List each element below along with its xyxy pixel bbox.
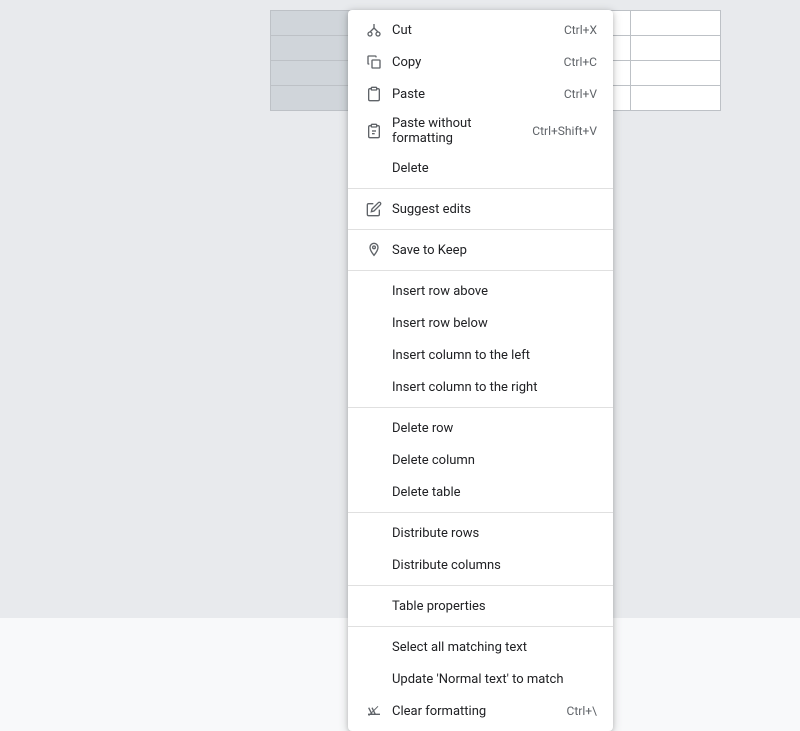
table-properties-label: Table properties [392,599,597,614]
menu-item-cut[interactable]: Cut Ctrl+X [348,14,613,46]
table-cell [631,86,721,111]
paste-no-format-label: Paste without formatting [392,116,516,146]
table-cell [631,61,721,86]
menu-item-insert-col-left[interactable]: Insert column to the left [348,339,613,371]
divider-7 [348,626,613,627]
menu-item-insert-row-below[interactable]: Insert row below [348,307,613,339]
cut-shortcut: Ctrl+X [564,23,597,37]
menu-item-insert-row-above[interactable]: Insert row above [348,275,613,307]
menu-item-suggest-edits[interactable]: Suggest edits [348,193,613,225]
menu-item-distribute-columns[interactable]: Distribute columns [348,549,613,581]
divider-5 [348,512,613,513]
distribute-columns-label: Distribute columns [392,558,597,573]
paste-no-format-shortcut: Ctrl+Shift+V [532,124,597,138]
suggest-edits-label: Suggest edits [392,202,597,217]
clear-formatting-label: Clear formatting [392,704,551,719]
keep-icon [364,242,384,258]
paste-label: Paste [392,87,548,102]
menu-item-delete-column[interactable]: Delete column [348,444,613,476]
table-cell [631,36,721,61]
copy-icon [364,54,384,70]
divider-4 [348,407,613,408]
insert-col-left-label: Insert column to the left [392,348,597,363]
copy-label: Copy [392,55,548,70]
table-cell [271,11,361,36]
table-cell [631,11,721,36]
clear-formatting-shortcut: Ctrl+\ [567,704,597,718]
divider-2 [348,229,613,230]
menu-item-delete-row[interactable]: Delete row [348,412,613,444]
menu-item-insert-col-right[interactable]: Insert column to the right [348,371,613,403]
menu-item-distribute-rows[interactable]: Distribute rows [348,517,613,549]
menu-item-table-properties[interactable]: Table properties [348,590,613,622]
menu-item-update-normal-text[interactable]: Update 'Normal text' to match [348,663,613,695]
menu-item-paste-no-format[interactable]: Paste without formatting Ctrl+Shift+V [348,110,613,152]
paste-shortcut: Ctrl+V [564,87,597,101]
menu-item-clear-formatting[interactable]: Clear formatting Ctrl+\ [348,695,613,727]
paste-no-format-icon [364,123,384,139]
menu-item-copy[interactable]: Copy Ctrl+C [348,46,613,78]
divider-1 [348,188,613,189]
menu-item-paste[interactable]: Paste Ctrl+V [348,78,613,110]
menu-item-select-all-matching[interactable]: Select all matching text [348,631,613,663]
update-normal-text-label: Update 'Normal text' to match [392,672,597,687]
distribute-rows-label: Distribute rows [392,526,597,541]
divider-3 [348,270,613,271]
document-area: Cut Ctrl+X Copy Ctrl+C Paste C [0,0,800,618]
divider-6 [348,585,613,586]
insert-row-below-label: Insert row below [392,316,597,331]
delete-row-label: Delete row [392,421,597,436]
cut-icon [364,22,384,38]
copy-shortcut: Ctrl+C [564,55,597,69]
menu-item-save-to-keep[interactable]: Save to Keep [348,234,613,266]
insert-col-right-label: Insert column to the right [392,380,597,395]
table-cell [271,61,361,86]
table-cell [271,86,361,111]
suggest-edits-icon [364,201,384,217]
menu-item-delete-table[interactable]: Delete table [348,476,613,508]
clear-format-icon [364,703,384,719]
delete-column-label: Delete column [392,453,597,468]
save-to-keep-label: Save to Keep [392,243,597,258]
context-menu: Cut Ctrl+X Copy Ctrl+C Paste C [348,10,613,731]
menu-item-delete[interactable]: Delete [348,152,613,184]
delete-label: Delete [392,161,597,176]
cut-label: Cut [392,23,548,38]
table-cell [271,36,361,61]
select-all-matching-label: Select all matching text [392,640,597,655]
delete-table-label: Delete table [392,485,597,500]
insert-row-above-label: Insert row above [392,284,597,299]
paste-icon [364,86,384,102]
